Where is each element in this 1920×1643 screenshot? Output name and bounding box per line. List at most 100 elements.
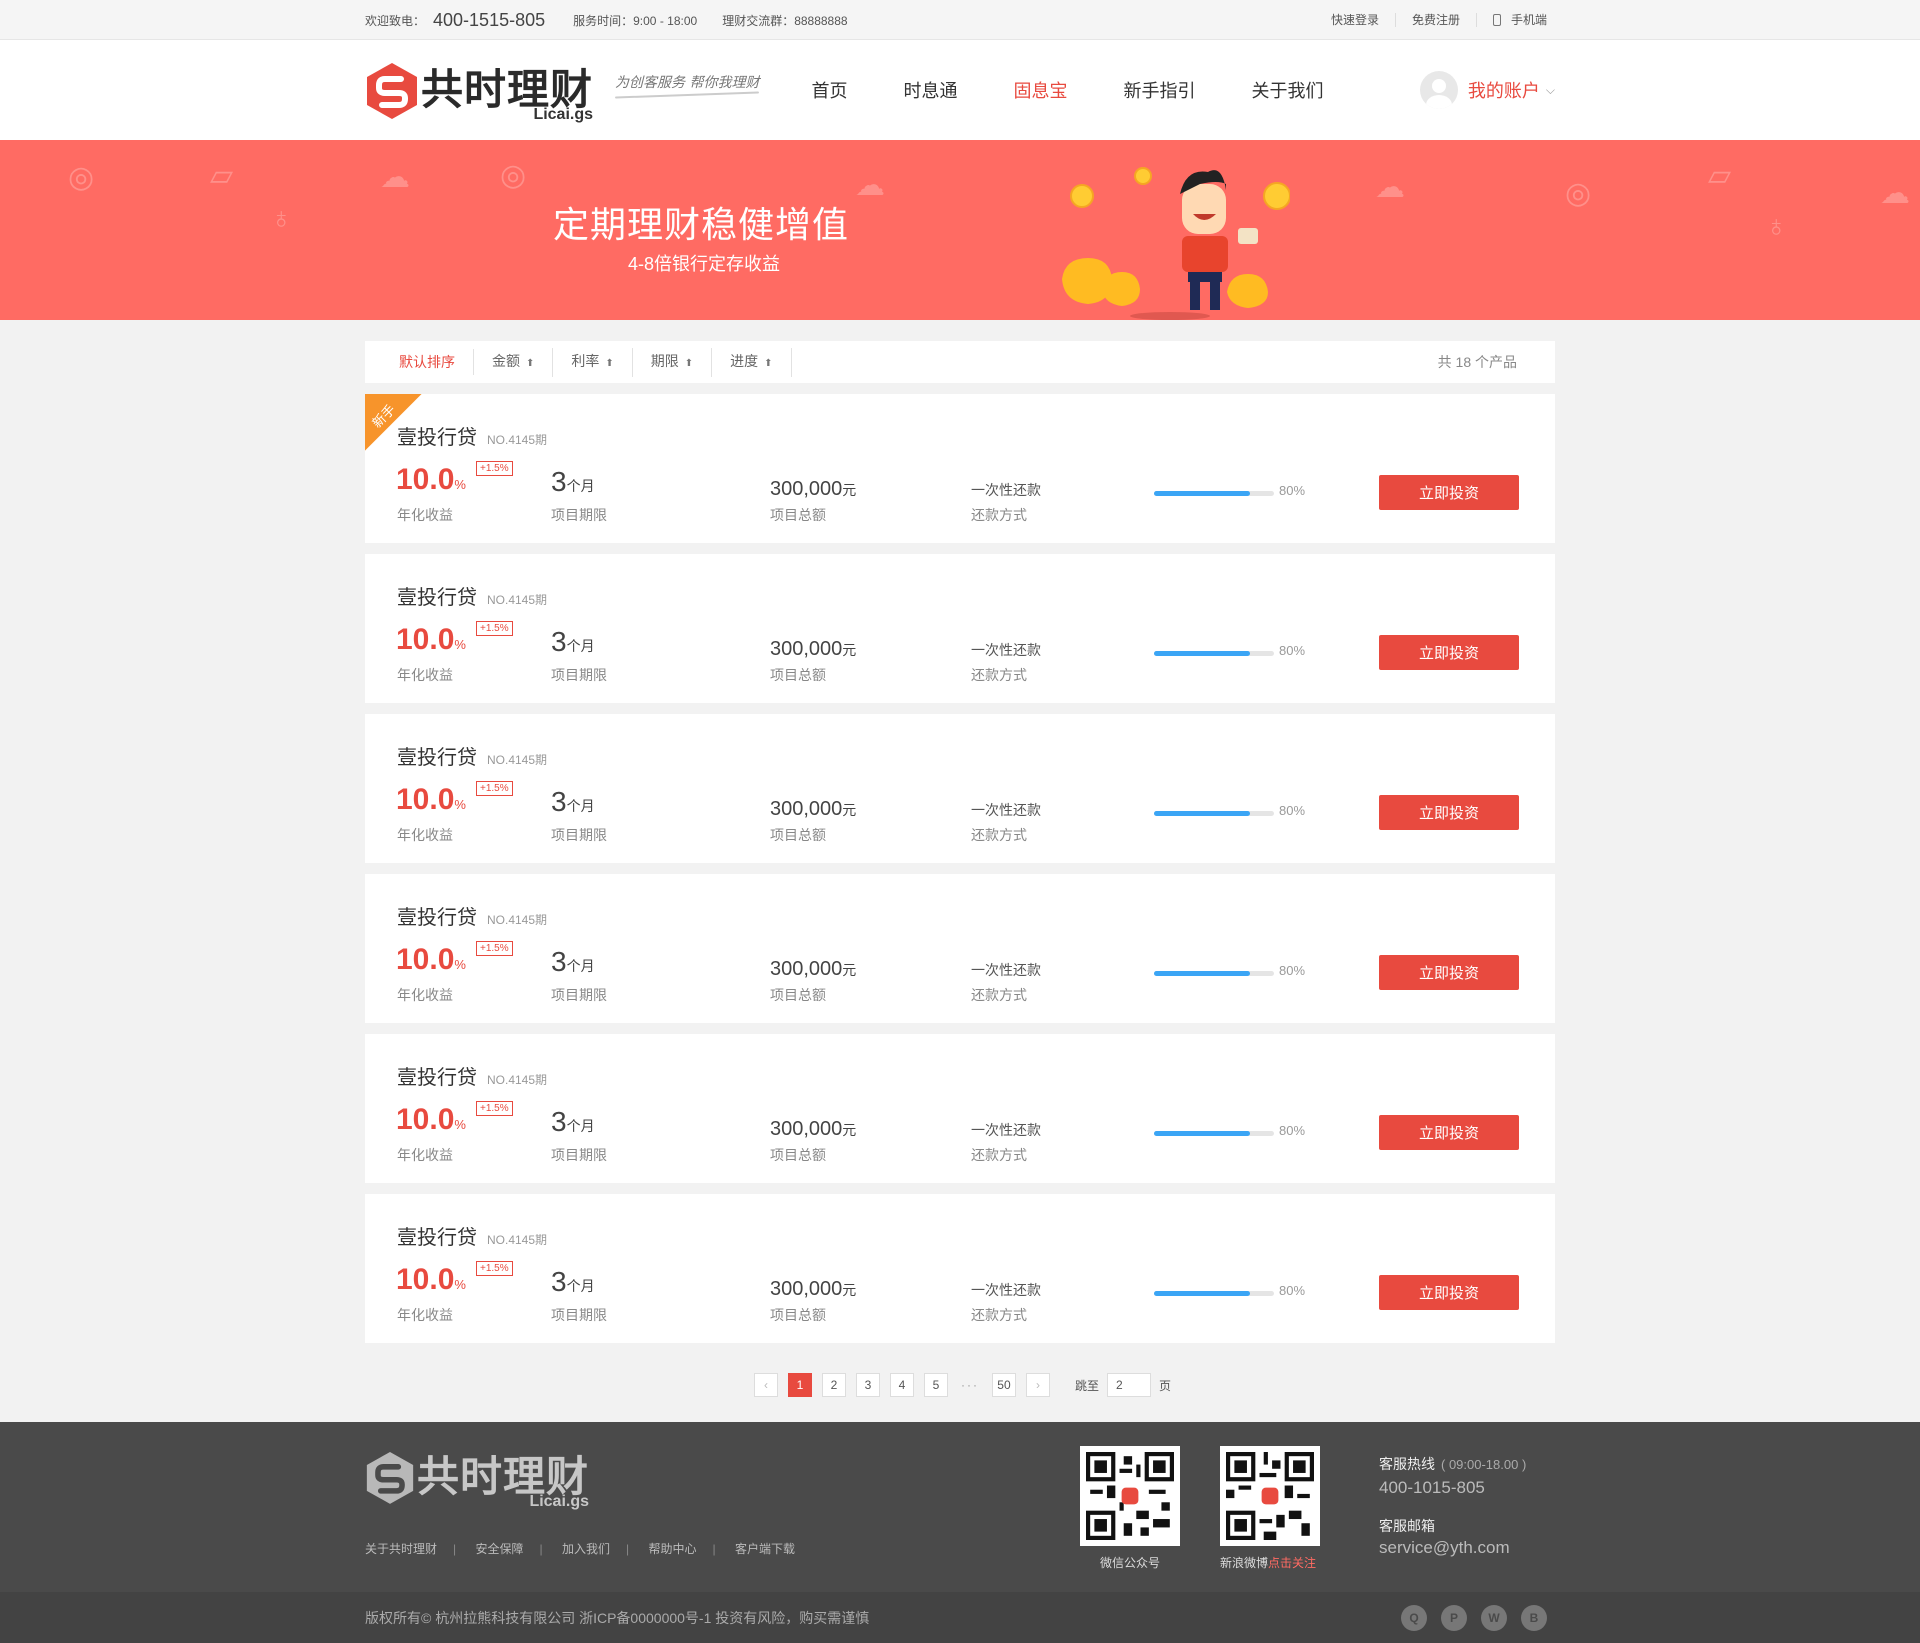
page-1[interactable]: 1 xyxy=(787,1373,812,1397)
coin-decoration-icon: ◎ xyxy=(68,161,95,194)
email-title: 客服邮箱 xyxy=(1379,1518,1435,1534)
footer-link-help[interactable]: 帮助中心 xyxy=(648,1542,696,1556)
email-address[interactable]: service@yth.com xyxy=(1379,1538,1510,1558)
hotline-number: 400-1015-805 xyxy=(1379,1478,1485,1497)
register-link[interactable]: 免费注册 xyxy=(1396,13,1477,27)
product-name[interactable]: 壹投行贷 xyxy=(397,907,477,929)
term-value: 3 xyxy=(551,786,567,817)
mobile-link[interactable]: 手机端 xyxy=(1477,13,1555,27)
bonus-rate-badge: +1.5% xyxy=(476,941,513,956)
product-name[interactable]: 壹投行贷 xyxy=(397,587,477,609)
term: 3个月 xyxy=(551,1106,595,1138)
sort-term[interactable]: 期限 ⬆ xyxy=(633,347,713,377)
sort-amount[interactable]: 金额 ⬆ xyxy=(474,347,554,377)
term: 3个月 xyxy=(551,786,595,818)
total-amount-value: 300,000 xyxy=(770,958,843,980)
product-name[interactable]: 壹投行贷 xyxy=(397,1227,477,1249)
footer-logo[interactable]: 共时理财 Licai.gs xyxy=(365,1450,589,1510)
nav-home[interactable]: 首页 xyxy=(811,77,847,103)
invest-button[interactable]: 立即投资 xyxy=(1379,1115,1519,1150)
product-name[interactable]: 壹投行贷 xyxy=(397,427,477,449)
nav-guide[interactable]: 新手指引 xyxy=(1123,77,1195,103)
amount-label: 项目总额 xyxy=(770,987,826,1003)
term-unit: 个月 xyxy=(566,478,595,494)
annual-rate-unit: % xyxy=(454,1277,466,1292)
invest-button[interactable]: 立即投资 xyxy=(1379,475,1519,510)
nav-guxibao[interactable]: 固息宝 xyxy=(1013,77,1067,103)
repay-label: 还款方式 xyxy=(971,507,1027,523)
page-5[interactable]: 5 xyxy=(923,1373,948,1397)
nav-about[interactable]: 关于我们 xyxy=(1251,77,1323,103)
hero-banner: ◎ ▱ ♁ ☁ ◎ ☁ ☁ ◎ ▱ ♁ ☁ 定期理财稳健增值 4-8倍银行定存收… xyxy=(0,140,1920,320)
annual-rate: 10.0% xyxy=(396,463,466,497)
page-2[interactable]: 2 xyxy=(821,1373,846,1397)
annual-rate-value: 10.0 xyxy=(396,623,455,656)
rate-label: 年化收益 xyxy=(397,827,453,843)
next-page-icon[interactable]: › xyxy=(1025,1373,1050,1397)
term-value: 3 xyxy=(551,946,567,977)
term-label: 项目期限 xyxy=(551,987,607,1003)
chart-decoration-icon: ▱ xyxy=(1708,159,1732,192)
progress-bar xyxy=(1154,971,1274,976)
prev-page-icon[interactable]: ‹ xyxy=(753,1373,778,1397)
progress-fill xyxy=(1154,811,1250,816)
jump-page-input[interactable]: 2 xyxy=(1107,1373,1151,1397)
progress-fill xyxy=(1154,651,1250,656)
footer-link-download[interactable]: 客户端下载 xyxy=(735,1542,795,1556)
bonus-rate-badge: +1.5% xyxy=(476,1261,513,1276)
total-amount-unit: 元 xyxy=(842,802,857,818)
weibo-icon[interactable]: B xyxy=(1521,1604,1547,1631)
site-logo[interactable]: 共时理财 Licai.gs xyxy=(365,61,593,123)
page-4[interactable]: 4 xyxy=(889,1373,914,1397)
arrow-up-icon: ⬆ xyxy=(605,357,614,369)
page-50[interactable]: 50 xyxy=(991,1373,1016,1397)
invest-button[interactable]: 立即投资 xyxy=(1379,1275,1519,1310)
welcome-text: 欢迎致电： xyxy=(365,13,426,28)
invest-button[interactable]: 立即投资 xyxy=(1379,795,1519,830)
sort-progress[interactable]: 进度 ⬆ xyxy=(712,347,792,377)
product-issue-number: NO.4145期 xyxy=(487,753,548,767)
total-amount-value: 300,000 xyxy=(770,1278,843,1300)
annual-rate: 10.0% xyxy=(396,1103,466,1137)
repay-method: 一次性还款 xyxy=(971,482,1041,498)
total-amount: 300,000元 xyxy=(770,1118,856,1141)
term-unit: 个月 xyxy=(566,1118,595,1134)
cloud-decoration-icon: ☁ xyxy=(855,169,885,202)
wechat-icon[interactable]: W xyxy=(1481,1604,1507,1631)
top-bar: 欢迎致电： 400-1515-805 服务时间：9:00 - 18:00 理财交… xyxy=(0,0,1920,40)
repay-method: 一次性还款 xyxy=(971,962,1041,978)
product-name[interactable]: 壹投行贷 xyxy=(397,1067,477,1089)
account-menu[interactable]: 我的账户 ⌵ xyxy=(1419,71,1555,109)
footer-link-join[interactable]: 加入我们 xyxy=(562,1542,610,1556)
sort-default[interactable]: 默认排序 xyxy=(399,349,474,375)
page-3[interactable]: 3 xyxy=(855,1373,880,1397)
footer-link-about[interactable]: 关于共时理财 xyxy=(365,1542,437,1556)
pinterest-icon[interactable]: P xyxy=(1441,1604,1467,1631)
qq-icon[interactable]: Q xyxy=(1401,1604,1427,1631)
invest-button[interactable]: 立即投资 xyxy=(1379,955,1519,990)
nav-shixitong[interactable]: 时息通 xyxy=(903,77,957,103)
total-amount-unit: 元 xyxy=(842,1122,857,1138)
sort-rate[interactable]: 利率 ⬆ xyxy=(553,347,633,377)
banner-subtitle: 4-8倍银行定存收益 xyxy=(628,254,781,274)
product-issue-number: NO.4145期 xyxy=(487,1233,548,1247)
follow-link[interactable]: 点击关注 xyxy=(1268,1556,1316,1570)
progress-fill xyxy=(1154,1291,1250,1296)
term-value: 3 xyxy=(551,466,567,497)
qr-code-icon xyxy=(1086,1452,1174,1540)
quick-login-link[interactable]: 快速登录 xyxy=(1315,13,1396,27)
coin-decoration-icon: ◎ xyxy=(1565,177,1592,210)
copyright-text: 版权所有© 杭州拉熊科技有限公司 浙ICP备0000000号-1 投资有风险，购… xyxy=(365,1609,870,1626)
product-name[interactable]: 壹投行贷 xyxy=(397,747,477,769)
invest-button[interactable]: 立即投资 xyxy=(1379,635,1519,670)
social-links: Q P W B xyxy=(1387,1604,1547,1631)
product-card: 壹投行贷 NO.4145期 10.0% +1.5% 年化收益 3个月 项目期限 3… xyxy=(365,1194,1555,1343)
progress-percent: 80% xyxy=(1279,483,1306,498)
term: 3个月 xyxy=(551,1266,595,1298)
term-label: 项目期限 xyxy=(551,507,607,523)
footer-link-security[interactable]: 安全保障 xyxy=(475,1542,523,1556)
product-issue-number: NO.4145期 xyxy=(487,1073,548,1087)
total-amount: 300,000元 xyxy=(770,798,856,821)
total-amount-value: 300,000 xyxy=(770,638,843,660)
main-nav: 首页 时息通 固息宝 新手指引 关于我们 xyxy=(811,77,1379,103)
